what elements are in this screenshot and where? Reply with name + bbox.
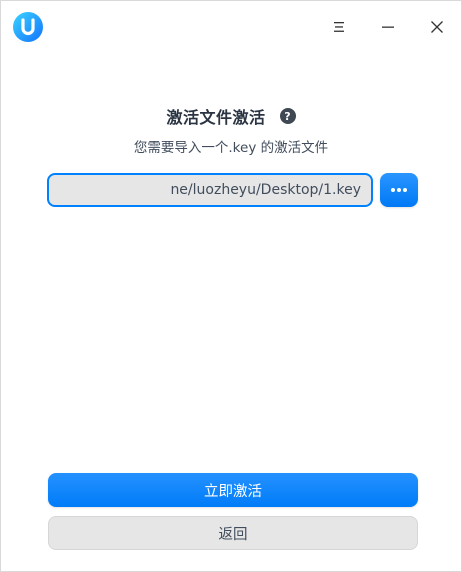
titlebar [1, 1, 461, 53]
more-dots-icon [391, 188, 407, 192]
menu-icon [334, 22, 344, 32]
activate-now-button[interactable]: 立即激活 [48, 473, 418, 507]
minimize-button[interactable] [373, 12, 403, 42]
close-button[interactable] [422, 12, 452, 42]
close-icon [431, 21, 443, 33]
activation-window: 激活文件激活 ? 您需要导入一个.key 的激活文件 ne/luozheyu/D… [0, 0, 462, 572]
minimize-icon [382, 26, 394, 28]
key-file-path-input[interactable]: ne/luozheyu/Desktop/1.key [47, 173, 373, 207]
subtitle: 您需要导入一个.key 的激活文件 [133, 140, 329, 156]
title-row: 激活文件激活 ? [1, 104, 461, 128]
help-icon[interactable]: ? [279, 108, 296, 124]
browse-file-button[interactable] [380, 173, 418, 207]
menu-button[interactable] [324, 12, 354, 42]
page-title: 激活文件激活 [166, 108, 266, 127]
key-file-path-value: ne/luozheyu/Desktop/1.key [170, 182, 361, 198]
back-button[interactable]: 返回 [48, 516, 418, 550]
app-logo-icon [13, 12, 43, 42]
